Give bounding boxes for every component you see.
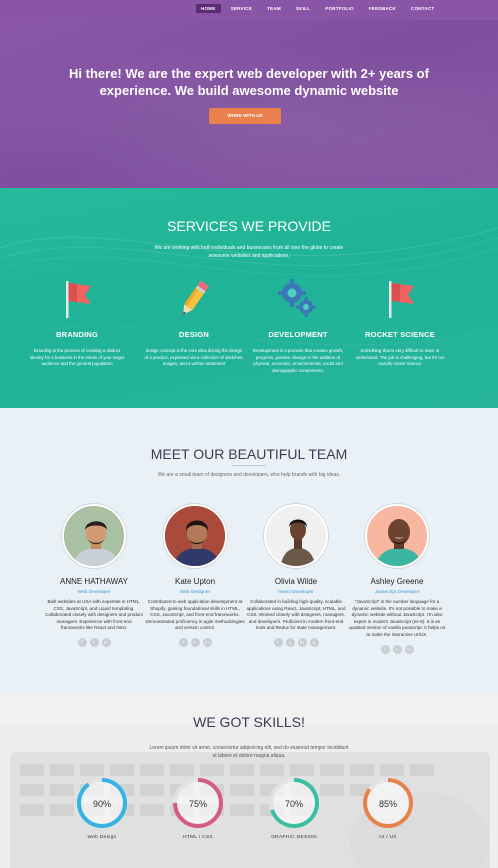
member-role: Web Developer	[77, 590, 111, 595]
member-name: ANNE HATHAWAY	[59, 577, 128, 586]
skill-item: 90% Web Design	[52, 776, 152, 840]
nav-team[interactable]: TEAM	[262, 4, 286, 13]
skill-percent: 70%	[285, 799, 303, 809]
avatar-photo	[165, 506, 225, 566]
twitter-icon[interactable]: t	[89, 637, 99, 647]
member-desc: Collaborated in building high-quality, s…	[246, 599, 346, 631]
facebook-icon[interactable]: f	[178, 637, 188, 647]
skill-progress-ring: 70%	[269, 778, 319, 828]
member-role: Web Designer	[179, 590, 211, 595]
avatar-photo	[64, 506, 124, 566]
service-desc: design concept is the core idea driving …	[144, 348, 244, 367]
facebook-icon[interactable]: f	[77, 637, 87, 647]
skill-label: Web Design	[87, 835, 117, 840]
services-section: SERVICES WE PROVIDE We are working with …	[0, 188, 498, 408]
skill-progress-ring: 90%	[77, 778, 127, 828]
skill-progress-ring: 75%	[173, 778, 223, 828]
facebook-icon[interactable]: f	[273, 637, 283, 647]
service-development: DEVELOPMENT Development is a process tha…	[248, 278, 348, 374]
skill-item: 85% UI / UX	[338, 776, 438, 840]
member-name: Olivia Wilde	[274, 577, 318, 586]
nav-links: HOME SERVICE TEAM SKILL PORTFOLIO FEEDBA…	[196, 4, 444, 13]
social-links: f t in	[44, 637, 144, 647]
nav-skill[interactable]: SKILL	[291, 4, 315, 13]
nav-contact[interactable]: CONTACT	[406, 4, 440, 13]
linkedin-icon[interactable]: in	[297, 637, 307, 647]
twitter-icon[interactable]: t	[392, 644, 402, 654]
flag-icon	[66, 281, 91, 318]
title-underline	[232, 465, 266, 466]
team-member-card: Olivia Wilde React Developer Collaborate…	[246, 504, 346, 647]
member-name: Ashley Greene	[370, 577, 424, 586]
social-links: f t in	[347, 644, 447, 654]
service-rocket-science: ROCKET SCIENCE Something that is very di…	[350, 278, 450, 368]
nav-portfolio[interactable]: PORTFOLIO	[320, 4, 359, 13]
team-section: MEET OUR BEAUTIFUL TEAM We are a small t…	[0, 408, 498, 692]
skills-section: WE GOT SKILLS! Lorem ipsum dolor sit ame…	[0, 692, 498, 868]
team-subtitle: We are a small team of designers and dev…	[157, 472, 341, 478]
service-desc: Something that is very difficult to lear…	[355, 348, 445, 367]
skill-percent: 85%	[379, 799, 397, 809]
service-design: DESIGN design concept is the core idea d…	[144, 278, 244, 368]
social-links: f t in g	[246, 637, 346, 647]
twitter-icon[interactable]: t	[285, 637, 295, 647]
facebook-icon[interactable]: f	[380, 644, 390, 654]
github-icon[interactable]: g	[309, 637, 319, 647]
social-links: f t in	[145, 637, 245, 647]
services-title: SERVICES WE PROVIDE	[167, 218, 331, 234]
member-desc: Contributed to web application developme…	[145, 599, 245, 631]
twitter-icon[interactable]: t	[190, 637, 200, 647]
skills-subtitle: Lorem ipsum dolor sit amet, consectetur …	[149, 745, 349, 759]
skills-title: WE GOT SKILLS!	[193, 714, 305, 730]
top-navbar: HOME SERVICE TEAM SKILL PORTFOLIO FEEDBA…	[0, 0, 498, 20]
team-member-card: Ashley Greene Javascript Developer "Java…	[347, 504, 447, 654]
avatar	[163, 504, 227, 568]
avatar-photo	[367, 506, 427, 566]
service-name: DEVELOPMENT	[268, 330, 328, 339]
skill-progress-ring: 85%	[363, 778, 413, 828]
service-desc: Development is a process that creates gr…	[252, 348, 344, 373]
skill-label: UI / UX	[379, 835, 397, 840]
work-with-us-button[interactable]: WORK WITH US	[209, 108, 281, 124]
skill-label: GRAPHIC DESIGN	[271, 835, 317, 840]
service-desc: Branding is the process of creating a di…	[29, 348, 125, 367]
services-subtitle: We are working with both individuals and…	[154, 245, 344, 259]
nav-service[interactable]: SERVICE	[226, 4, 257, 13]
service-name: BRANDING	[55, 330, 98, 339]
pencil-icon	[183, 280, 209, 315]
avatar	[365, 504, 429, 568]
member-role: Javascript Developer	[374, 590, 420, 595]
skill-percent: 75%	[189, 799, 207, 809]
avatar-photo	[266, 506, 326, 566]
linkedin-icon[interactable]: in	[101, 637, 111, 647]
team-member-card: ANNE HATHAWAY Web Developer Built websit…	[44, 504, 144, 647]
member-role: React Developer	[278, 590, 314, 595]
skill-item: 70% GRAPHIC DESIGN	[244, 776, 344, 840]
nav-home[interactable]: HOME	[196, 4, 221, 13]
linkedin-icon[interactable]: in	[202, 637, 212, 647]
hero-section: Hi there! We are the expert web develope…	[0, 20, 498, 188]
nav-feedback[interactable]: FEEDBACK	[364, 4, 401, 13]
flag-icon	[389, 281, 414, 318]
member-name: Kate Upton	[174, 577, 216, 586]
service-name: ROCKET SCIENCE	[365, 330, 435, 339]
hero-title: Hi there! We are the expert web develope…	[69, 66, 429, 98]
member-desc: "JavaScript" is the number language for …	[348, 599, 446, 637]
member-desc: Built websites at USA with expertise in …	[45, 599, 143, 631]
service-branding: BRANDING Branding is the process of crea…	[27, 278, 127, 368]
gears-icon	[278, 279, 316, 317]
team-title: MEET OUR BEAUTIFUL TEAM	[150, 446, 348, 462]
skill-percent: 90%	[93, 799, 111, 809]
skill-item: 75% HTML / CSS	[148, 776, 248, 840]
team-member-card: Kate Upton Web Designer Contributed to w…	[145, 504, 245, 647]
service-name: DESIGN	[179, 330, 209, 339]
avatar	[264, 504, 328, 568]
linkedin-icon[interactable]: in	[404, 644, 414, 654]
skill-label: HTML / CSS	[183, 835, 213, 840]
avatar	[62, 504, 126, 568]
